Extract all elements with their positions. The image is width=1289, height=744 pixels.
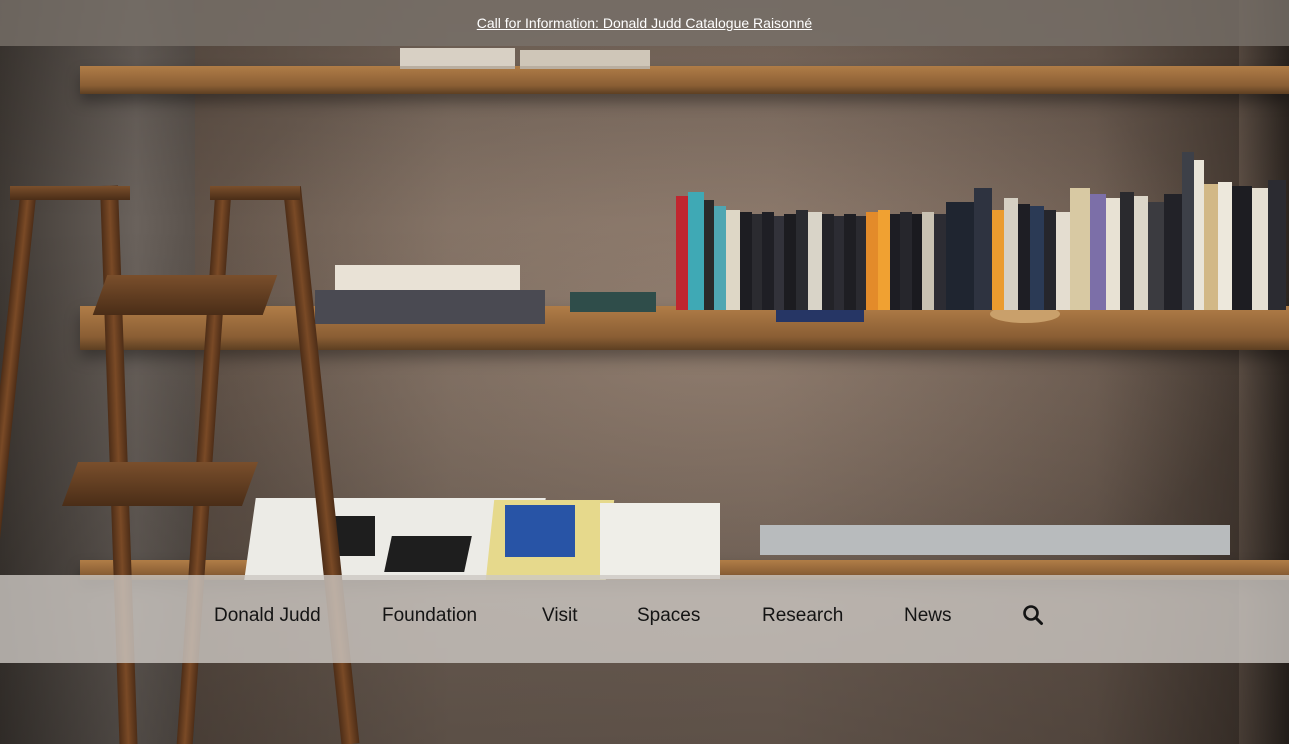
search-button[interactable]	[1022, 604, 1044, 626]
top-shelf-items	[400, 48, 515, 69]
main-navigation: Donald Judd Foundation Visit Spaces Rese…	[0, 575, 1289, 663]
announcement-bar: Call for Information: Donald Judd Catalo…	[0, 0, 1289, 46]
magazine-harpers	[600, 503, 720, 579]
nav-item-foundation[interactable]: Foundation	[382, 575, 477, 663]
ladder-step	[61, 462, 259, 506]
search-icon	[1023, 605, 1043, 625]
top-shelf	[80, 66, 1289, 94]
nav-item-news[interactable]: News	[904, 575, 952, 663]
paper-strip	[760, 525, 1230, 555]
ladder-step	[210, 186, 300, 200]
nav-item-research[interactable]: Research	[762, 575, 843, 663]
ladder-step	[92, 275, 278, 315]
green-box	[570, 292, 656, 312]
ladder-step	[10, 186, 130, 200]
nav-item-visit[interactable]: Visit	[542, 575, 578, 663]
magazine-stack	[315, 290, 545, 324]
blue-booklet	[505, 505, 575, 557]
blue-notebook	[776, 310, 864, 322]
announcement-link[interactable]: Call for Information: Donald Judd Catalo…	[477, 15, 812, 31]
top-shelf-items	[520, 50, 650, 69]
catalogue-graphic	[384, 536, 472, 572]
nav-item-spaces[interactable]: Spaces	[637, 575, 700, 663]
nav-item-donald-judd[interactable]: Donald Judd	[214, 575, 321, 663]
book-row	[676, 150, 1286, 310]
